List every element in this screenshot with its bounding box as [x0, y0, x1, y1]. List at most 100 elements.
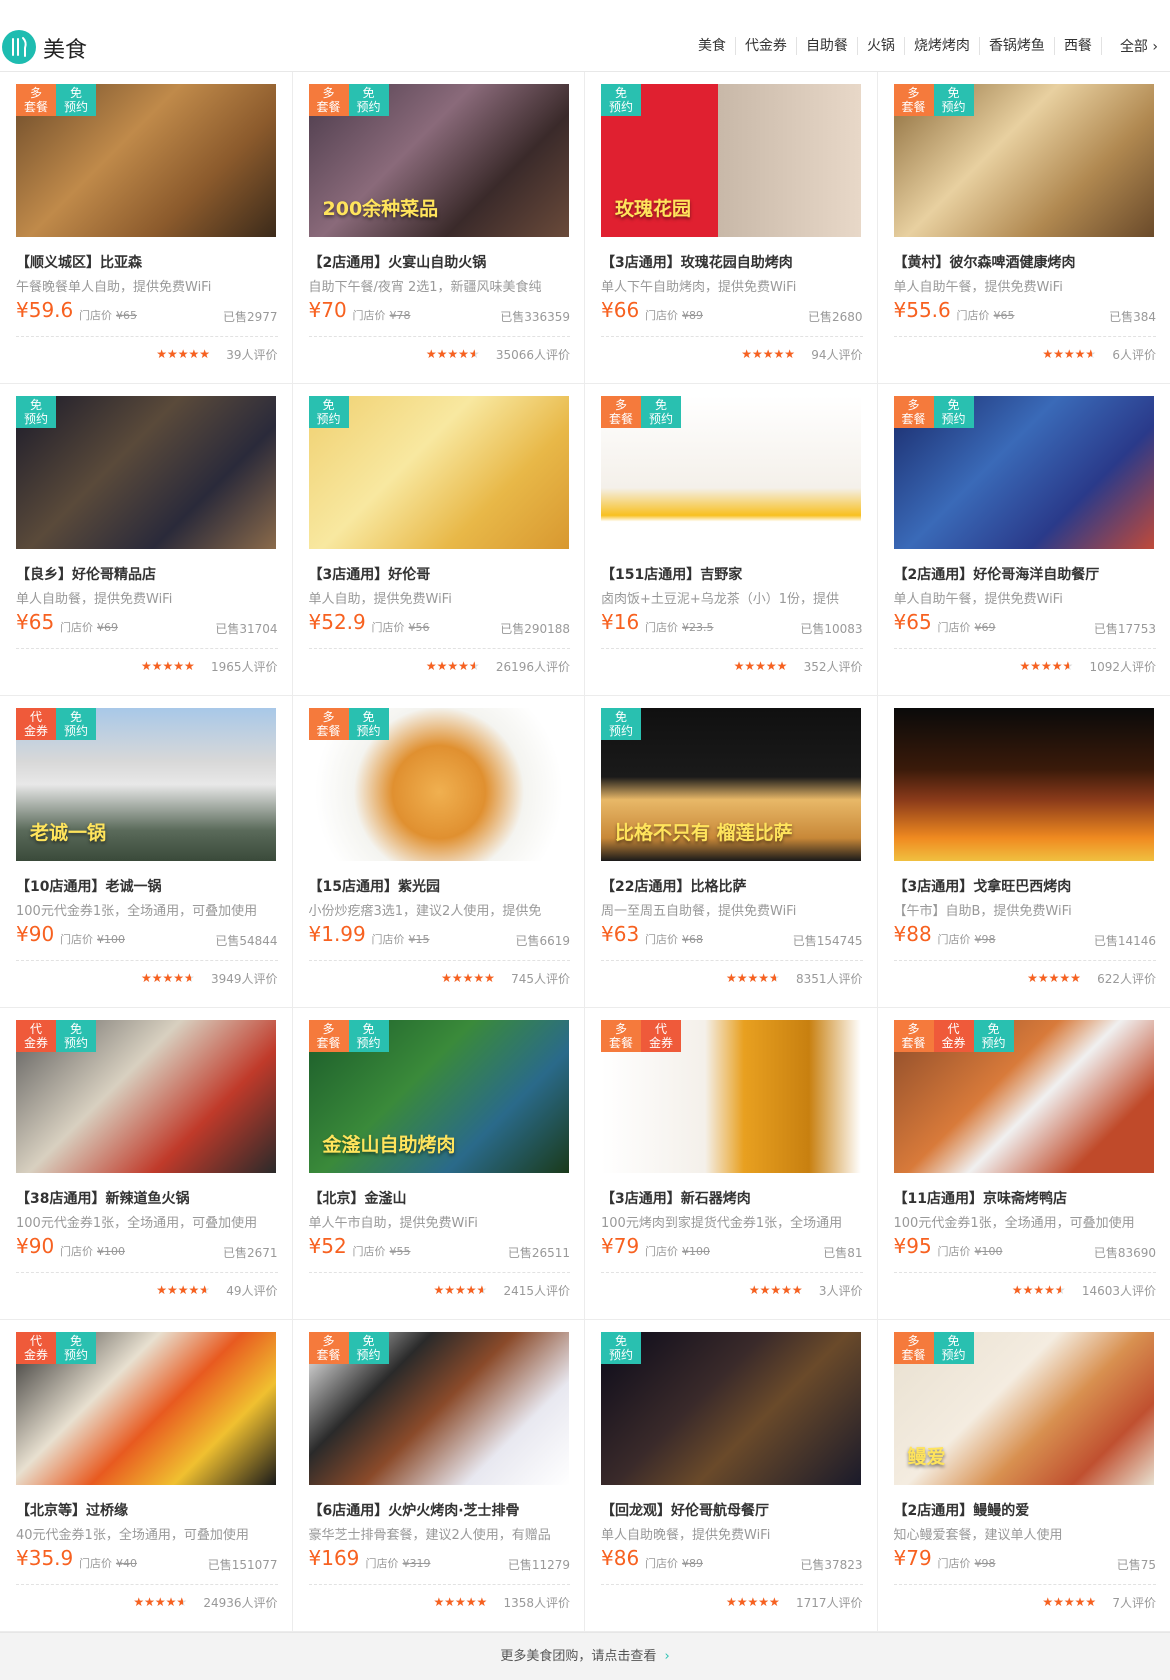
deal-name[interactable]: 【151店通用】吉野家: [601, 564, 863, 584]
deal-card[interactable]: 代 金券免 预约 【北京等】过桥缘 40元代金券1张，全场通用，可叠加使用 ¥3…: [0, 1320, 293, 1632]
deal-card[interactable]: 200余种菜品 多 套餐免 预约 【2店通用】火宴山自助火锅 自助下午餐/夜宵 …: [292, 72, 585, 384]
deal-name[interactable]: 【2店通用】鳗鳗的爱: [894, 1500, 1156, 1520]
deal-name[interactable]: 【22店通用】比格比萨: [601, 876, 863, 896]
deal-card[interactable]: 玫瑰花园 免 预约 【3店通用】玫瑰花园自助烤肉 单人下午自助烤肉，提供免费Wi…: [585, 72, 878, 384]
nav-item-hotpot[interactable]: 火锅: [858, 37, 905, 55]
deal-desc: 单人自助，提供免费WiFi: [308, 592, 452, 607]
deal-card[interactable]: 多 套餐代 金券免 预约 【11店通用】京味斋烤鸭店 100元代金券1张，全场通…: [877, 1008, 1170, 1320]
deal-tag: 代 金券: [16, 1332, 56, 1364]
deal-price: ¥55.6: [893, 298, 951, 322]
deal-tag: 免 预约: [16, 396, 56, 428]
deal-desc: 单人自助午餐，提供免费WiFi: [893, 280, 1063, 295]
deal-price: ¥169: [308, 1546, 360, 1570]
deal-review-count: 3人评价: [818, 1284, 863, 1298]
deal-grid: 多 套餐免 预约 【顺义城区】比亚森 午餐晚餐单人自助，提供免费WiFi ¥59…: [0, 72, 1170, 1632]
deal-name[interactable]: 【3店通用】新石器烤肉: [601, 1188, 863, 1208]
deal-name[interactable]: 【15店通用】紫光园: [309, 876, 571, 896]
deal-card[interactable]: 免 预约 【回龙观】好伦哥航母餐厅 单人自助晚餐，提供免费WiFi ¥86 门店…: [585, 1320, 878, 1632]
deal-name[interactable]: 【良乡】好伦哥精品店: [16, 564, 278, 584]
deal-card[interactable]: 多 套餐免 预约 【黄村】彼尔森啤酒健康烤肉 单人自助午餐，提供免费WiFi ¥…: [877, 72, 1170, 384]
deal-name[interactable]: 【2店通用】好伦哥海洋自助餐厅: [894, 564, 1156, 584]
deal-tags: 代 金券免 预约: [16, 1020, 96, 1052]
deal-card[interactable]: 多 套餐免 预约 【顺义城区】比亚森 午餐晚餐单人自助，提供免费WiFi ¥59…: [0, 72, 293, 384]
deal-card[interactable]: 多 套餐免 预约 【151店通用】吉野家 卤肉饭+土豆泥+乌龙茶（小）1份，提供…: [585, 384, 878, 696]
deal-card[interactable]: 鳗爱 多 套餐免 预约 【2店通用】鳗鳗的爱 知心鳗爱套餐，建议单人使用 ¥79…: [877, 1320, 1170, 1632]
deal-rating: ★★★★★ ★★★★★ 94人评价: [741, 346, 862, 363]
deal-desc: 豪华芝士排骨套餐，建议2人使用，有赠品: [308, 1528, 551, 1543]
deal-tag: 多 套餐: [308, 1332, 349, 1364]
deal-card[interactable]: 多 套餐免 预约 【6店通用】火炉火烤肉·芝士排骨 豪华芝士排骨套餐，建议2人使…: [292, 1320, 585, 1632]
deal-review-count: 622人评价: [1097, 972, 1156, 986]
deal-name[interactable]: 【2店通用】火宴山自助火锅: [309, 252, 571, 272]
deal-desc: 100元烤肉到家提货代金券1张，全场通用: [601, 1216, 843, 1231]
deal-sold-count: 已售290188: [500, 622, 570, 636]
star-rating-icon: ★★★★★ ★★★★★: [140, 658, 195, 673]
divider: [893, 336, 1156, 337]
nav-all-link[interactable]: 全部 ›: [1102, 36, 1158, 56]
deal-name[interactable]: 【北京】金滏山: [309, 1188, 571, 1208]
deal-price: ¥88: [893, 922, 932, 946]
deal-name[interactable]: 【10店通用】老诚一锅: [16, 876, 278, 896]
deal-rating: ★★★★★ ★★★★★ 352人评价: [734, 658, 863, 675]
deal-original-price: 门店价 ¥100: [937, 1245, 1003, 1258]
deal-price: ¥35.9: [16, 1546, 74, 1570]
divider: [308, 648, 570, 649]
deal-name[interactable]: 【3店通用】好伦哥: [309, 564, 571, 584]
deal-card[interactable]: 免 预约 【3店通用】好伦哥 单人自助，提供免费WiFi ¥52.9 门店价 ¥5…: [292, 384, 585, 696]
deal-tag: 免 预约: [641, 396, 681, 428]
deal-original-price: 门店价 ¥319: [365, 1557, 431, 1570]
deal-price: ¥52: [308, 1234, 347, 1258]
deal-rating: ★★★★★ ★★★★★ 622人评价: [1027, 970, 1156, 987]
deal-image-caption: 玫瑰花园: [615, 198, 692, 220]
deal-name[interactable]: 【3店通用】玫瑰花园自助烤肉: [601, 252, 863, 272]
deal-original-price: 门店价 ¥68: [645, 933, 703, 946]
deal-name[interactable]: 【顺义城区】比亚森: [16, 252, 278, 272]
deal-tag: 免 预约: [933, 84, 974, 116]
deal-image-caption: 比格不只有 榴莲比萨: [615, 822, 793, 844]
deal-name[interactable]: 【6店通用】火炉火烤肉·芝士排骨: [309, 1500, 571, 1520]
deal-tag: 代 金券: [16, 708, 56, 740]
deal-name[interactable]: 【3店通用】戈拿旺巴西烤肉: [894, 876, 1156, 896]
deal-name[interactable]: 【11店通用】京味斋烤鸭店: [894, 1188, 1156, 1208]
deal-name[interactable]: 【回龙观】好伦哥航母餐厅: [601, 1500, 863, 1520]
deal-price: ¥70: [308, 298, 347, 322]
nav-item-meishi[interactable]: 美食: [689, 37, 736, 55]
nav-item-western[interactable]: 西餐: [1055, 37, 1102, 55]
deal-card[interactable]: 多 套餐免 预约 【2店通用】好伦哥海洋自助餐厅 单人自助午餐，提供免费WiFi…: [877, 384, 1170, 696]
deal-tag: 多 套餐: [893, 396, 934, 428]
deal-review-count: 94人评价: [811, 348, 863, 362]
deal-original-price: 门店价 ¥69: [937, 621, 996, 634]
deal-name[interactable]: 【北京等】过桥缘: [16, 1500, 278, 1520]
deal-price: ¥63: [601, 922, 640, 946]
deal-review-count: 1965人评价: [210, 660, 278, 674]
deal-rating: ★★★★★ ★★★★★ 1717人评价: [726, 1594, 863, 1611]
deal-card[interactable]: 比格不只有 榴莲比萨 免 预约 【22店通用】比格比萨 周一至周五自助餐，提供免…: [585, 696, 878, 1008]
deal-name[interactable]: 【黄村】彼尔森啤酒健康烤肉: [894, 252, 1156, 272]
deal-review-count: 1358人评价: [503, 1596, 570, 1610]
deal-rating: ★★★★★ ★★★★★ 8351人评价: [726, 970, 863, 987]
deal-tags: 多 套餐免 预约: [308, 84, 389, 116]
divider: [16, 648, 278, 649]
deal-tag: 免 预约: [56, 1020, 96, 1052]
deal-card[interactable]: 【3店通用】戈拿旺巴西烤肉 【午市】自助B，提供免费WiFi ¥88 门店价 ¥9…: [877, 696, 1170, 1008]
deal-card[interactable]: 多 套餐免 预约 【15店通用】紫光园 小份炒疙瘩3选1，建议2人使用，提供免 …: [292, 696, 585, 1008]
deal-image[interactable]: [893, 708, 1154, 861]
deal-review-count: 352人评价: [803, 660, 863, 674]
deal-name[interactable]: 【38店通用】新辣道鱼火锅: [16, 1188, 278, 1208]
deal-card[interactable]: 多 套餐代 金券 【3店通用】新石器烤肉 100元烤肉到家提货代金券1张，全场通…: [585, 1008, 878, 1320]
nav-item-voucher[interactable]: 代金券: [736, 37, 797, 55]
nav-item-buffet[interactable]: 自助餐: [797, 37, 858, 55]
deal-card[interactable]: 代 金券免 预约 【38店通用】新辣道鱼火锅 100元代金券1张，全场通用，可叠…: [0, 1008, 293, 1320]
deal-card[interactable]: 金滏山自助烤肉 多 套餐免 预约 【北京】金滏山 单人午市自助，提供免费WiFi…: [292, 1008, 585, 1320]
deal-card[interactable]: 免 预约 【良乡】好伦哥精品店 单人自助餐，提供免费WiFi ¥65 门店价 ¥6…: [0, 384, 293, 696]
deal-price: ¥16: [601, 610, 640, 634]
deal-original-price: 门店价 ¥78: [352, 309, 411, 322]
deal-desc: 100元代金券1张，全场通用，可叠加使用: [16, 904, 258, 919]
deal-card[interactable]: 老诚一锅 代 金券免 预约 【10店通用】老诚一锅 100元代金券1张，全场通用…: [0, 696, 293, 1008]
nav-item-bbq[interactable]: 烧烤烤肉: [905, 37, 980, 55]
deal-sold-count: 已售81: [823, 1246, 863, 1260]
nav-item-grilled-fish[interactable]: 香锅烤鱼: [980, 37, 1055, 55]
deal-tag: 免 预约: [56, 1332, 96, 1364]
more-link[interactable]: 更多美食团购，请点击查看 ›: [0, 1632, 1170, 1680]
divider: [308, 336, 570, 337]
